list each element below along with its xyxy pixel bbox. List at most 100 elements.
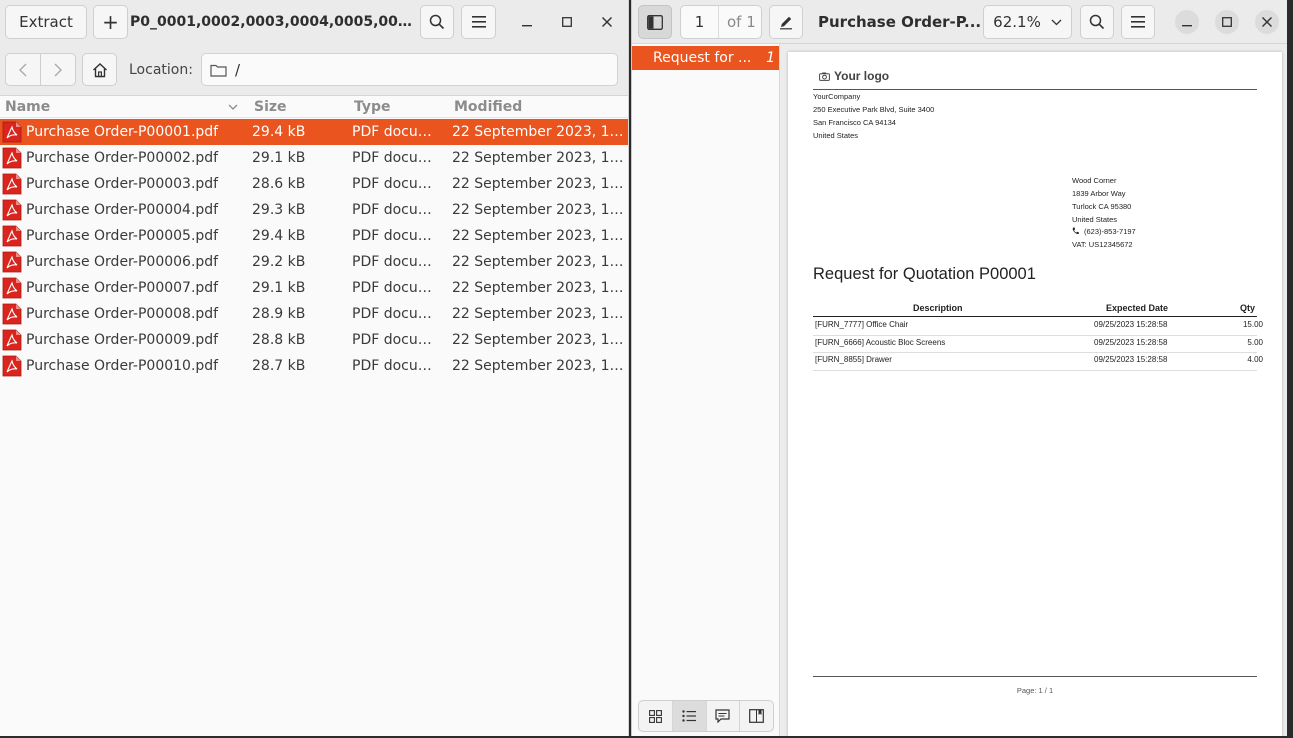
file-size: 28.6 kB — [252, 176, 306, 192]
bookmarks-view-button[interactable] — [740, 701, 773, 731]
forward-button[interactable] — [40, 53, 76, 86]
viewer-title: Purchase Order-P... — [818, 13, 982, 31]
file-row[interactable]: Purchase Order-P00004.pdf 29.3 kB PDF docu… — [0, 197, 628, 223]
pdf-file-icon — [2, 277, 22, 299]
document-page: Your logo YourCompany 250 Executive Park… — [788, 52, 1282, 736]
vendor-address-line: United States — [1072, 215, 1118, 224]
file-size: 29.3 kB — [252, 202, 306, 218]
line-item-qty: 4.00 — [1247, 355, 1263, 364]
document-viewer-window: 1 of 1 Purchase Order-P... 62.1% Request… — [631, 0, 1287, 736]
extract-button[interactable]: Extract — [5, 5, 87, 39]
sidebar-toggle-button[interactable] — [638, 5, 672, 39]
file-row[interactable]: Purchase Order-P00003.pdf 28.6 kB PDF docu… — [0, 171, 628, 197]
file-size: 29.4 kB — [252, 124, 306, 140]
file-size: 28.8 kB — [252, 332, 306, 348]
thumbnails-view-button[interactable] — [639, 701, 673, 731]
pdf-file-icon — [2, 199, 22, 221]
home-button[interactable] — [82, 53, 117, 86]
file-name: Purchase Order-P00008.pdf — [26, 306, 219, 322]
hamburger-icon — [1131, 16, 1145, 28]
file-type: PDF docum... — [352, 150, 444, 166]
file-modified: 22 September 2023, 10:11 — [452, 202, 628, 218]
viewer-close-button[interactable] — [1255, 10, 1279, 34]
column-name[interactable]: Name — [5, 99, 50, 115]
file-row[interactable]: Purchase Order-P00010.pdf 28.7 kB PDF docu… — [0, 353, 628, 379]
annotate-button[interactable] — [769, 5, 803, 39]
close-button[interactable] — [595, 5, 619, 39]
minimize-button[interactable] — [515, 5, 539, 39]
file-row[interactable]: Purchase Order-P00005.pdf 29.4 kB PDF docu… — [0, 223, 628, 249]
outline-item[interactable]: Request for ... 1 — [632, 46, 779, 70]
back-button[interactable] — [5, 53, 41, 86]
column-type[interactable]: Type — [354, 99, 391, 115]
line-item-rule — [813, 334, 1257, 336]
file-name: Purchase Order-P00009.pdf — [26, 332, 219, 348]
annotations-view-button[interactable] — [707, 701, 741, 731]
maximize-button[interactable] — [555, 5, 579, 39]
pdf-file-icon — [2, 225, 22, 247]
minimize-icon — [522, 25, 532, 27]
file-modified: 22 September 2023, 10:11 — [452, 228, 628, 244]
column-header: Name Size Type Modified — [0, 96, 628, 118]
file-name: Purchase Order-P00001.pdf — [26, 124, 219, 140]
file-type: PDF docum... — [352, 280, 444, 296]
file-row[interactable]: Purchase Order-P00009.pdf 28.8 kB PDF docu… — [0, 327, 628, 353]
viewer-minimize-button[interactable] — [1175, 10, 1199, 34]
pdf-file-icon — [2, 121, 22, 143]
page-number-input[interactable]: 1 — [681, 6, 719, 38]
maximize-icon — [562, 17, 572, 27]
archive-header-bar: Extract + P0_0001,0002,0003,0004,0005,00… — [0, 0, 628, 44]
file-size: 29.1 kB — [252, 150, 306, 166]
column-size[interactable]: Size — [254, 99, 287, 115]
maximize-icon — [1222, 17, 1232, 27]
file-type: PDF docum... — [352, 228, 444, 244]
menu-button[interactable] — [461, 5, 496, 39]
vendor-address-line: 1839 Arbor Way — [1072, 189, 1126, 198]
viewer-maximize-button[interactable] — [1215, 10, 1239, 34]
outline-view-button[interactable] — [672, 701, 707, 731]
search-button[interactable] — [420, 5, 454, 39]
file-type: PDF docum... — [352, 124, 444, 140]
file-name: Purchase Order-P00005.pdf — [26, 228, 219, 244]
line-item-description: [FURN_8855] Drawer — [815, 355, 892, 364]
file-name: Purchase Order-P00002.pdf — [26, 150, 219, 166]
line-item-rule — [813, 369, 1257, 371]
line-item-qty: 5.00 — [1247, 337, 1263, 347]
zoom-select[interactable]: 62.1% — [983, 5, 1072, 39]
file-size: 29.2 kB — [252, 254, 306, 270]
archive-title: P0_0001,0002,0003,0004,0005,0006... — [130, 0, 412, 44]
viewer-search-button[interactable] — [1080, 5, 1114, 39]
file-modified: 22 September 2023, 10:11 — [452, 150, 628, 166]
viewer-header-bar: 1 of 1 Purchase Order-P... 62.1% — [632, 0, 1287, 44]
list-icon — [682, 710, 697, 722]
chevron-down-icon — [1051, 19, 1062, 25]
file-row[interactable]: Purchase Order-P00001.pdf 29.4 kB PDF docu… — [0, 119, 628, 145]
pdf-file-icon — [2, 303, 22, 325]
file-row[interactable]: Purchase Order-P00006.pdf 29.2 kB PDF docu… — [0, 249, 628, 275]
file-name: Purchase Order-P00003.pdf — [26, 176, 219, 192]
location-field[interactable]: / — [201, 53, 618, 86]
folder-icon — [210, 64, 227, 77]
file-row[interactable]: Purchase Order-P00007.pdf 29.1 kB PDF docu… — [0, 275, 628, 301]
file-row[interactable]: Purchase Order-P00002.pdf 29.1 kB PDF docu… — [0, 145, 628, 171]
header-divider — [813, 89, 1257, 90]
file-name: Purchase Order-P00007.pdf — [26, 280, 219, 296]
table-header-expected-date: Expected Date — [1106, 303, 1169, 313]
file-modified: 22 September 2023, 10:11 — [452, 280, 628, 296]
outline-item-page: 1 — [766, 50, 775, 66]
minimize-icon — [1182, 25, 1192, 27]
column-modified[interactable]: Modified — [454, 99, 522, 115]
file-row[interactable]: Purchase Order-P00008.pdf 28.9 kB PDF docu… — [0, 301, 628, 327]
line-item-expected-date: 09/25/2023 15:28:58 — [1094, 337, 1168, 347]
company-address-line: United States — [813, 131, 859, 140]
document-heading: Request for Quotation P00001 — [813, 265, 1036, 283]
file-size: 29.1 kB — [252, 280, 306, 296]
viewer-menu-button[interactable] — [1121, 5, 1155, 39]
line-item-expected-date: 09/25/2023 15:28:58 — [1094, 355, 1168, 364]
add-files-button[interactable]: + — [93, 5, 128, 39]
sort-descending-icon — [228, 104, 238, 110]
file-modified: 22 September 2023, 10:11 — [452, 124, 628, 140]
file-list: Purchase Order-P00001.pdf 29.4 kB PDF docu… — [0, 119, 628, 379]
pdf-file-icon — [2, 147, 22, 169]
file-name: Purchase Order-P00010.pdf — [26, 358, 219, 374]
